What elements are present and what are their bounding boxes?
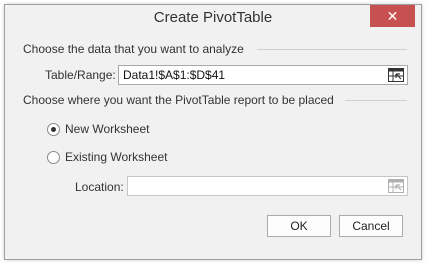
- table-range-label: Table/Range:: [45, 68, 116, 82]
- dialog-title: Create PivotTable: [153, 9, 273, 26]
- range-selector-icon[interactable]: [388, 68, 404, 82]
- section-divider: [257, 49, 407, 50]
- radio-selected-dot: [51, 127, 56, 132]
- existing-worksheet-label: Existing Worksheet: [65, 150, 168, 164]
- create-pivottable-dialog: Create PivotTable ✕ Choose the data that…: [4, 4, 422, 260]
- placement-section-heading: Choose where you want the PivotTable rep…: [23, 93, 334, 107]
- existing-worksheet-radio[interactable]: [47, 151, 60, 164]
- table-range-input[interactable]: Data1!$A$1:$D$41: [118, 65, 408, 85]
- new-worksheet-label: New Worksheet: [65, 122, 150, 136]
- close-button[interactable]: ✕: [370, 5, 415, 27]
- location-label: Location:: [75, 180, 124, 194]
- ok-button[interactable]: OK: [267, 215, 331, 237]
- section-divider: [345, 100, 407, 101]
- analyze-section-heading: Choose the data that you want to analyze: [23, 42, 244, 56]
- location-input: [127, 176, 408, 196]
- cancel-button[interactable]: Cancel: [339, 215, 403, 237]
- range-selector-icon: [388, 179, 404, 193]
- new-worksheet-radio[interactable]: [47, 123, 60, 136]
